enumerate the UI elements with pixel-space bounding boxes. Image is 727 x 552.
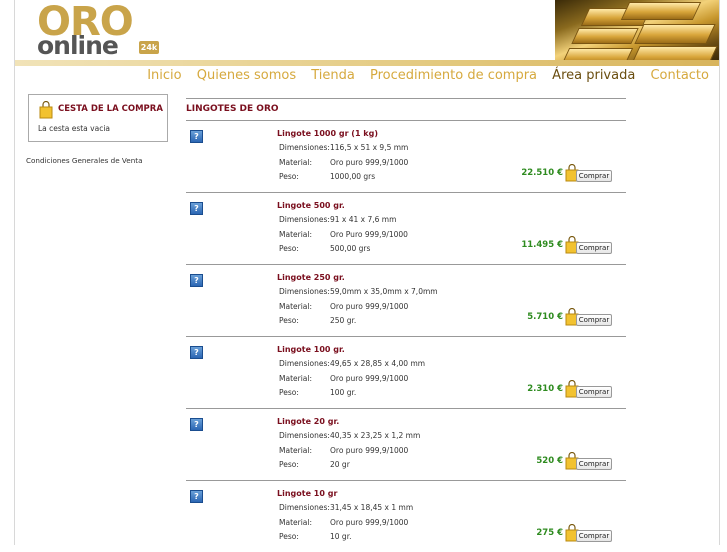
nav-item-contacto[interactable]: Contacto (650, 68, 709, 83)
product-row: ? Lingote 1000 gr (1 kg) Dimensiones: 11… (186, 120, 626, 192)
product-material: Oro puro 999,9/1000 (330, 518, 409, 527)
section-top-divider (186, 98, 626, 99)
product-name[interactable]: Lingote 1000 gr (1 kg) (277, 129, 378, 138)
product-row: ? Lingote 250 gr. Dimensiones: 59,0mm x … (186, 264, 626, 336)
product-weight: 10 gr. (330, 532, 352, 541)
material-label: Material: (279, 374, 312, 383)
gold-bars-banner-image (555, 0, 719, 66)
help-icon[interactable]: ? (190, 418, 203, 431)
shopping-cart-box: CESTA DE LA COMPRA La cesta esta vacia (28, 94, 168, 142)
logo-24k-badge: 24k (139, 41, 159, 54)
product-row: ? Lingote 20 gr. Dimensiones: 40,35 x 23… (186, 408, 626, 480)
page: ORO online 24k Inicio Quienes somos Tien… (14, 0, 720, 545)
nav-item-tienda[interactable]: Tienda (311, 68, 355, 83)
product-name[interactable]: Lingote 20 gr. (277, 417, 339, 426)
product-name[interactable]: Lingote 10 gr (277, 489, 337, 498)
product-row: ? Lingote 500 gr. Dimensiones: 91 x 41 x… (186, 192, 626, 264)
section-title: LINGOTES DE ORO (186, 104, 279, 114)
dimensions-label: Dimensiones: (279, 287, 330, 296)
product-material: Oro Puro 999,9/1000 (330, 230, 408, 239)
nav-item-quienes-somos[interactable]: Quienes somos (197, 68, 296, 83)
nav-item-inicio[interactable]: Inicio (147, 68, 181, 83)
material-label: Material: (279, 158, 312, 167)
product-price: 11.495 € (521, 240, 563, 250)
product-weight: 250 gr. (330, 316, 357, 325)
header-gold-divider (15, 60, 719, 66)
buy-control[interactable]: Comprar (565, 379, 613, 398)
cart-empty-text: La cesta esta vacia (38, 124, 111, 133)
buy-button[interactable]: Comprar (576, 170, 612, 182)
product-weight: 1000,00 grs (330, 172, 376, 181)
product-dimensions: 59,0mm x 35,0mm x 7,0mm (330, 287, 438, 296)
buy-button[interactable]: Comprar (576, 386, 612, 398)
product-material: Oro puro 999,9/1000 (330, 302, 409, 311)
product-dimensions: 91 x 41 x 7,6 mm (330, 215, 397, 224)
dimensions-label: Dimensiones: (279, 503, 330, 512)
main-nav: Inicio Quienes somos Tienda Procedimient… (136, 68, 709, 84)
product-price: 2.310 € (527, 384, 563, 394)
product-price: 520 € (536, 456, 563, 466)
cart-title: CESTA DE LA COMPRA (58, 104, 163, 114)
conditions-of-sale-link[interactable]: Condiciones Generales de Venta (26, 156, 143, 165)
material-label: Material: (279, 518, 312, 527)
weight-label: Peso: (279, 172, 299, 181)
logo-online-text: online (37, 31, 119, 60)
dimensions-label: Dimensiones: (279, 431, 330, 440)
buy-control[interactable]: Comprar (565, 451, 613, 470)
product-name[interactable]: Lingote 250 gr. (277, 273, 345, 282)
help-icon[interactable]: ? (190, 130, 203, 143)
dimensions-label: Dimensiones: (279, 215, 330, 224)
product-material: Oro puro 999,9/1000 (330, 374, 409, 383)
buy-control[interactable]: Comprar (565, 235, 613, 254)
buy-control[interactable]: Comprar (565, 163, 613, 182)
product-dimensions: 49,65 x 28,85 x 4,00 mm (330, 359, 426, 368)
dimensions-label: Dimensiones: (279, 359, 330, 368)
header: ORO online 24k (15, 0, 719, 66)
product-name[interactable]: Lingote 100 gr. (277, 345, 345, 354)
help-icon[interactable]: ? (190, 274, 203, 287)
weight-label: Peso: (279, 460, 299, 469)
buy-control[interactable]: Comprar (565, 523, 613, 542)
buy-control[interactable]: Comprar (565, 307, 613, 326)
help-icon[interactable]: ? (190, 202, 203, 215)
product-price: 5.710 € (527, 312, 563, 322)
product-price: 275 € (536, 528, 563, 538)
buy-button[interactable]: Comprar (576, 314, 612, 326)
material-label: Material: (279, 230, 312, 239)
product-name[interactable]: Lingote 500 gr. (277, 201, 345, 210)
product-row: ? Lingote 10 gr Dimensiones: 31,45 x 18,… (186, 480, 626, 552)
product-dimensions: 40,35 x 23,25 x 1,2 mm (330, 431, 421, 440)
buy-button[interactable]: Comprar (576, 530, 612, 542)
weight-label: Peso: (279, 244, 299, 253)
nav-item-area-privada[interactable]: Área privada (552, 68, 635, 83)
help-icon[interactable]: ? (190, 490, 203, 503)
nav-item-procedimiento-de-compra[interactable]: Procedimiento de compra (370, 68, 537, 83)
weight-label: Peso: (279, 316, 299, 325)
product-weight: 500,00 grs (330, 244, 371, 253)
product-dimensions: 116,5 x 51 x 9,5 mm (330, 143, 409, 152)
shopping-bag-icon (39, 100, 53, 123)
product-weight: 100 gr. (330, 388, 357, 397)
dimensions-label: Dimensiones: (279, 143, 330, 152)
weight-label: Peso: (279, 388, 299, 397)
material-label: Material: (279, 446, 312, 455)
product-material: Oro puro 999,9/1000 (330, 446, 409, 455)
buy-button[interactable]: Comprar (576, 458, 612, 470)
product-weight: 20 gr (330, 460, 350, 469)
product-price: 22.510 € (521, 168, 563, 178)
product-dimensions: 31,45 x 18,45 x 1 mm (330, 503, 414, 512)
product-material: Oro puro 999,9/1000 (330, 158, 409, 167)
product-row: ? Lingote 100 gr. Dimensiones: 49,65 x 2… (186, 336, 626, 408)
buy-button[interactable]: Comprar (576, 242, 612, 254)
help-icon[interactable]: ? (190, 346, 203, 359)
material-label: Material: (279, 302, 312, 311)
weight-label: Peso: (279, 532, 299, 541)
